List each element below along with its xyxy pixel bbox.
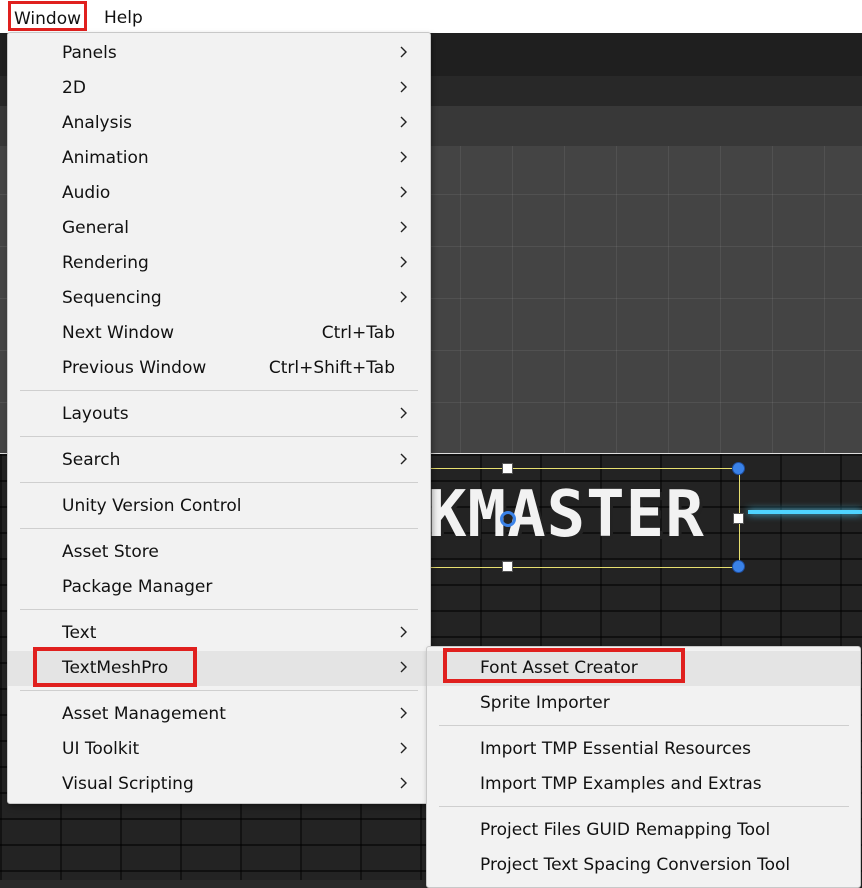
menu-item-layouts[interactable]: Layouts [8, 397, 430, 432]
menu-item-general[interactable]: General [8, 211, 430, 246]
menu-help[interactable]: Help [104, 0, 143, 33]
menu-item-label: Asset Management [62, 704, 226, 724]
submenu-item-label: Import TMP Examples and Extras [480, 774, 762, 794]
chevron-right-icon [400, 221, 407, 233]
submenu-item-sprite-importer[interactable]: Sprite Importer [427, 686, 860, 721]
chevron-right-icon [400, 626, 407, 638]
chevron-right-icon [400, 46, 407, 58]
submenu-item-guid-remapping-tool[interactable]: Project Files GUID Remapping Tool [427, 813, 860, 848]
menu-separator [20, 609, 418, 610]
chevron-right-icon [400, 742, 407, 754]
menu-item-search[interactable]: Search [8, 443, 430, 478]
menu-item-panels[interactable]: Panels [8, 36, 430, 71]
menu-item-package-manager[interactable]: Package Manager [8, 570, 430, 605]
chevron-right-icon [400, 453, 407, 465]
menu-separator [20, 482, 418, 483]
chevron-right-icon [400, 777, 407, 789]
highlight-box-textmeshpro [33, 647, 197, 687]
menu-item-label: Previous Window [62, 358, 207, 378]
menu-item-asset-management[interactable]: Asset Management [8, 697, 430, 732]
menu-item-label: Animation [62, 148, 149, 168]
menu-item-label: Panels [62, 43, 117, 63]
chevron-right-icon [400, 707, 407, 719]
chevron-right-icon [400, 407, 407, 419]
chevron-right-icon [400, 291, 407, 303]
menu-item-ui-toolkit[interactable]: UI Toolkit [8, 732, 430, 767]
menu-item-label: Unity Version Control [62, 496, 242, 516]
chevron-right-icon [400, 256, 407, 268]
menu-item-label: Analysis [62, 113, 133, 133]
resize-handle-bottom[interactable] [502, 561, 513, 572]
menu-separator [20, 390, 418, 391]
submenu-item-label: Project Files GUID Remapping Tool [480, 820, 771, 840]
menu-item-previous-window[interactable]: Previous Window Ctrl+Shift+Tab [8, 351, 430, 386]
menu-item-label: Text [62, 623, 97, 643]
neon-line [748, 510, 862, 514]
menu-item-next-window[interactable]: Next Window Ctrl+Tab [8, 316, 430, 351]
chevron-right-icon [400, 116, 407, 128]
menu-item-label: UI Toolkit [62, 739, 140, 759]
submenu-item-text-spacing-conversion-tool[interactable]: Project Text Spacing Conversion Tool [427, 848, 860, 883]
menu-item-label: Asset Store [62, 542, 159, 562]
menu-item-label: Audio [62, 183, 111, 203]
menu-item-label: Layouts [62, 404, 129, 424]
chevron-right-icon [400, 661, 407, 673]
corner-handle-top-right[interactable] [732, 462, 745, 475]
menu-item-analysis[interactable]: Analysis [8, 106, 430, 141]
menu-item-shortcut: Ctrl+Shift+Tab [268, 358, 395, 378]
window-menu: Panels 2D Analysis Animation Audio Gener… [7, 32, 431, 804]
chevron-right-icon [400, 151, 407, 163]
menu-separator [439, 806, 849, 807]
submenu-item-import-examples[interactable]: Import TMP Examples and Extras [427, 767, 860, 802]
menu-item-animation[interactable]: Animation [8, 141, 430, 176]
menu-item-label: Next Window [62, 323, 175, 343]
resize-handle-top[interactable] [502, 463, 513, 474]
menu-item-text[interactable]: Text [8, 616, 430, 651]
corner-handle-bottom-right[interactable] [732, 560, 745, 573]
highlight-box-font-asset-creator [443, 648, 685, 683]
menu-item-shortcut: Ctrl+Tab [321, 323, 395, 343]
submenu-item-label: Import TMP Essential Resources [480, 739, 751, 759]
menu-separator [439, 725, 849, 726]
menu-item-unity-version-control[interactable]: Unity Version Control [8, 489, 430, 524]
menu-item-label: Sequencing [62, 288, 162, 308]
submenu-item-import-essential-resources[interactable]: Import TMP Essential Resources [427, 732, 860, 767]
menu-item-asset-store[interactable]: Asset Store [8, 535, 430, 570]
menu-item-label: Package Manager [62, 577, 213, 597]
submenu-item-label: Project Text Spacing Conversion Tool [480, 855, 791, 875]
chevron-right-icon [400, 186, 407, 198]
menu-item-label: Visual Scripting [62, 774, 194, 794]
submenu-item-label: Sprite Importer [480, 693, 610, 713]
menu-separator [20, 436, 418, 437]
rect-transform-selection[interactable] [420, 468, 740, 568]
menu-item-2d[interactable]: 2D [8, 71, 430, 106]
menu-item-label: Rendering [62, 253, 149, 273]
menu-item-visual-scripting[interactable]: Visual Scripting [8, 767, 430, 802]
menu-separator [20, 690, 418, 691]
menu-window[interactable]: Window [8, 1, 87, 31]
chevron-right-icon [400, 81, 407, 93]
menu-item-audio[interactable]: Audio [8, 176, 430, 211]
menu-bar: Window Help [0, 0, 862, 33]
menu-item-label: 2D [62, 78, 86, 98]
menu-separator [20, 528, 418, 529]
menu-item-rendering[interactable]: Rendering [8, 246, 430, 281]
menu-item-sequencing[interactable]: Sequencing [8, 281, 430, 316]
menu-item-label: General [62, 218, 129, 238]
pivot-handle[interactable] [500, 511, 516, 527]
resize-handle-right[interactable] [733, 513, 744, 524]
menu-item-label: Search [62, 450, 121, 470]
